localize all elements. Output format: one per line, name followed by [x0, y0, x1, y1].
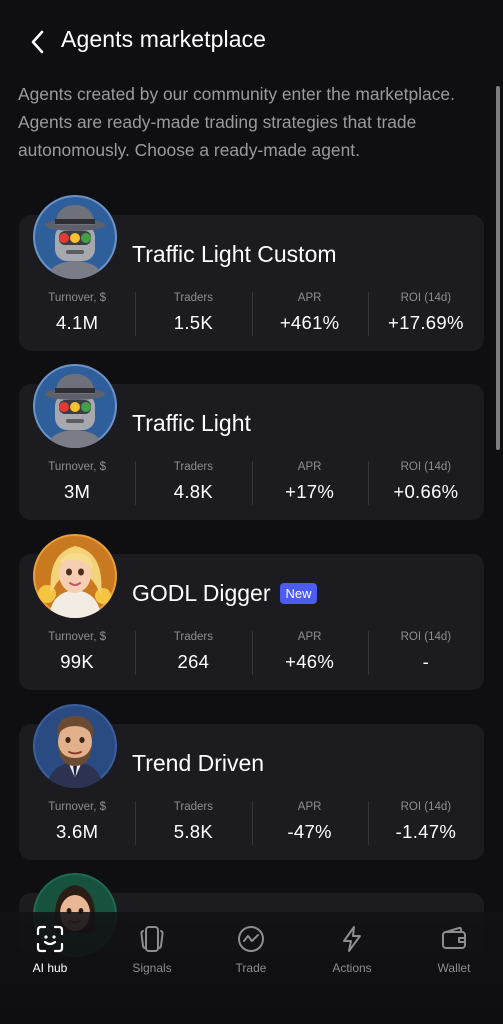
roi-label: ROI (14d) — [400, 801, 452, 813]
roi-stat: ROI (14d) - — [367, 629, 484, 677]
traders-stat: Traders 4.8K — [135, 459, 251, 507]
turnover-value: 3M — [63, 481, 91, 502]
agent-stats: Turnover, $ 3.6M Traders 5.8K APR -47% R… — [19, 799, 484, 847]
apr-value: +46% — [285, 651, 335, 672]
bottom-tab-bar: AI hub Signals Trade Actions Wallet — [0, 912, 503, 1024]
back-chevron-icon[interactable] — [26, 28, 50, 56]
apr-label: APR — [297, 292, 322, 304]
agent-name: Traffic Light — [132, 410, 251, 436]
agent-stats: Turnover, $ 3M Traders 4.8K APR +17% ROI… — [19, 459, 484, 507]
roi-value: - — [422, 651, 430, 672]
apr-stat: APR +17% — [251, 459, 368, 507]
agent-card[interactable]: GODL Digger New Turnover, $ 99K Traders 2… — [19, 534, 484, 690]
roi-label: ROI (14d) — [400, 461, 452, 473]
tab-label: Signals — [132, 961, 172, 975]
traders-label: Traders — [173, 461, 213, 473]
tab-label: Wallet — [437, 961, 471, 975]
traders-stat: Traders 5.8K — [135, 799, 251, 847]
tab-actions[interactable]: Actions — [307, 924, 397, 975]
turnover-label: Turnover, $ — [48, 801, 106, 813]
traders-label: Traders — [173, 801, 213, 813]
traders-value: 1.5K — [173, 312, 213, 333]
tab-label: AI hub — [32, 961, 68, 975]
turnover-stat: Turnover, $ 3.6M — [19, 799, 135, 847]
tab-label: Trade — [235, 961, 267, 975]
apr-label: APR — [297, 461, 322, 473]
traders-stat: Traders 264 — [135, 629, 251, 677]
roi-value: +0.66% — [393, 481, 459, 502]
robot-detective-avatar-icon — [33, 195, 117, 279]
traders-value: 5.8K — [173, 821, 213, 842]
tab-signals[interactable]: Signals — [107, 924, 197, 975]
agent-card[interactable]: Traffic Light Turnover, $ 3M Traders 4.8… — [19, 364, 484, 520]
apr-label: APR — [297, 631, 322, 643]
agent-card[interactable]: Trend Driven Turnover, $ 3.6M Traders 5.… — [19, 704, 484, 860]
header: Agents marketplace — [0, 0, 503, 82]
turnover-stat: Turnover, $ 99K — [19, 629, 135, 677]
lightning-icon — [343, 926, 361, 952]
apr-value: +17% — [285, 481, 335, 502]
apr-stat: APR +461% — [251, 290, 368, 338]
marketplace-description: Agents created by our community enter th… — [18, 84, 455, 160]
roi-stat: ROI (14d) -1.47% — [367, 799, 484, 847]
agent-stats: Turnover, $ 4.1M Traders 1.5K APR +461% … — [19, 290, 484, 338]
apr-label: APR — [297, 801, 322, 813]
agent-card[interactable]: Traffic Light Custom Turnover, $ 4.1M Tr… — [19, 195, 484, 351]
traders-label: Traders — [173, 292, 213, 304]
page-title: Agents marketplace — [61, 26, 267, 52]
new-badge: New — [280, 583, 317, 604]
roi-label: ROI (14d) — [400, 631, 452, 643]
traders-label: Traders — [173, 631, 213, 643]
apr-value: +461% — [279, 312, 340, 333]
apr-value: -47% — [287, 821, 332, 842]
bearded-man-avatar-icon — [33, 704, 117, 788]
tab-label: Actions — [332, 961, 372, 975]
scrollbar[interactable] — [496, 86, 500, 450]
turnover-stat: Turnover, $ 4.1M — [19, 290, 135, 338]
turnover-value: 99K — [60, 651, 95, 672]
tab-ai-hub[interactable]: AI hub — [5, 924, 95, 975]
traders-stat: Traders 1.5K — [135, 290, 251, 338]
turnover-stat: Turnover, $ 3M — [19, 459, 135, 507]
blonde-woman-avatar-icon — [33, 534, 117, 618]
tab-wallet[interactable]: Wallet — [409, 924, 499, 975]
turnover-value: 4.1M — [55, 312, 99, 333]
turnover-value: 3.6M — [55, 821, 99, 842]
tab-trade[interactable]: Trade — [206, 924, 296, 975]
agent-name: GODL Digger New — [132, 580, 317, 607]
cards-icon — [140, 926, 164, 952]
roi-value: -1.47% — [395, 821, 457, 842]
agent-name: Trend Driven — [132, 750, 265, 776]
turnover-label: Turnover, $ — [48, 292, 106, 304]
roi-value: +17.69% — [388, 312, 464, 333]
apr-stat: APR +46% — [251, 629, 368, 677]
turnover-label: Turnover, $ — [48, 631, 106, 643]
robot-detective-avatar-icon — [33, 364, 117, 448]
roi-stat: ROI (14d) +0.66% — [367, 459, 484, 507]
traders-value: 264 — [177, 651, 210, 672]
roi-stat: ROI (14d) +17.69% — [367, 290, 484, 338]
agent-name: Traffic Light Custom — [132, 241, 337, 267]
turnover-label: Turnover, $ — [48, 461, 106, 473]
chart-circle-icon — [238, 926, 264, 952]
apr-stat: APR -47% — [251, 799, 368, 847]
roi-label: ROI (14d) — [400, 292, 452, 304]
traders-value: 4.8K — [173, 481, 213, 502]
agent-stats: Turnover, $ 99K Traders 264 APR +46% ROI… — [19, 629, 484, 677]
face-scan-icon — [36, 925, 64, 953]
wallet-icon — [442, 926, 466, 949]
